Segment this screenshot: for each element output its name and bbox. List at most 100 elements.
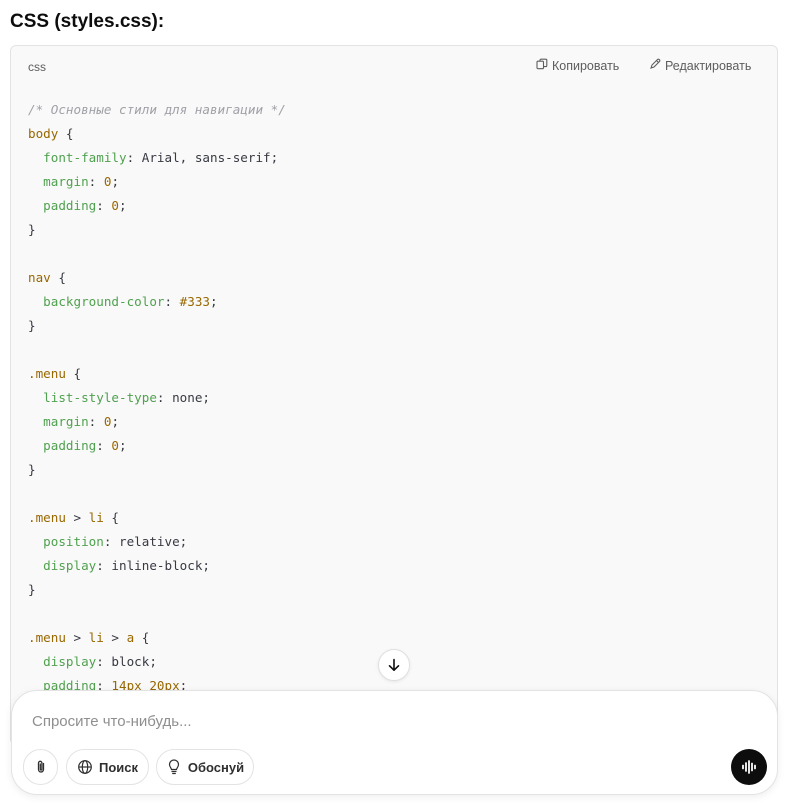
code-content: /* Основные стили для навигации */ body {… [28,98,286,698]
code-token: { [134,630,150,645]
code-token: : inline-block; [96,558,210,573]
edit-code-button[interactable]: Редактировать [649,58,751,73]
code-line: margin: 0; [28,170,286,194]
code-token: /* Основные стили для навигации */ [28,102,286,117]
globe-icon [77,759,93,775]
scroll-down-button[interactable] [378,649,410,681]
code-token: : [96,438,112,453]
code-token: display [43,654,97,669]
search-button-label: Поиск [98,759,138,775]
voice-waveform-icon [740,758,758,776]
code-token: > [65,630,89,645]
search-button[interactable]: Поиск [66,749,149,785]
code-token: li [88,630,104,645]
copy-code-label: Копировать [552,58,620,73]
code-line: .menu > li > a { [28,626,286,650]
code-token: ; [119,198,127,213]
code-token: : relative; [103,534,188,549]
code-token: margin [43,174,89,189]
pencil-icon [649,58,661,73]
code-token: #333 [179,294,211,309]
code-token: padding [43,438,97,453]
code-token: > [103,630,127,645]
code-line: body { [28,122,286,146]
reason-button-label: Обоснуй [187,759,245,775]
code-line: padding: 0; [28,434,286,458]
code-token: : none; [156,390,210,405]
code-line: } [28,218,286,242]
code-line: } [28,578,286,602]
code-token: margin [43,414,89,429]
code-token: padding [43,198,97,213]
lightbulb-icon [166,759,182,775]
code-line: font-family: Arial, sans-serif; [28,146,286,170]
paperclip-icon [33,759,49,775]
code-token: } [28,582,36,597]
code-language-label: css [28,60,46,74]
code-line: .menu { [28,362,286,386]
attach-button[interactable] [23,749,58,785]
code-line: background-color: #333; [28,290,286,314]
code-token: } [28,318,36,333]
code-token: font-family [43,150,127,165]
code-token: .menu [28,366,66,381]
code-line: display: block; [28,650,286,674]
code-token: background-color [43,294,165,309]
code-token: : block; [96,654,157,669]
code-block-header: css Копировать Редактировать [11,46,777,84]
code-token: : [88,414,104,429]
code-token: { [103,510,120,525]
code-token: : [88,174,104,189]
code-token: : Arial, sans-serif; [126,150,279,165]
code-token: : [164,294,180,309]
copy-icon [536,58,548,73]
code-token: ; [111,174,120,189]
code-token: } [28,222,36,237]
code-line: .menu > li { [28,506,286,530]
code-token: { [65,366,82,381]
code-token: 0 [111,198,120,213]
code-token: : [96,198,112,213]
code-block: css Копировать Редактировать /* Основные… [10,45,778,745]
code-token: ; [111,414,120,429]
code-token: { [58,126,74,141]
code-token: > [65,510,89,525]
code-token: body [28,126,59,141]
code-line: position: relative; [28,530,286,554]
page-heading: CSS (styles.css): [10,11,165,32]
code-token: { [50,270,66,285]
edit-code-label: Редактировать [665,58,752,73]
reason-button[interactable]: Обоснуй [156,749,254,785]
code-token: position [43,534,104,549]
code-token: 0 [111,438,120,453]
code-token: .menu [28,510,66,525]
code-token: ; [210,294,218,309]
code-line: } [28,458,286,482]
code-token: list-style-type [43,390,157,405]
voice-mode-button[interactable] [731,749,767,785]
prompt-composer: Поиск Обоснуй [11,690,778,795]
code-token: nav [28,270,51,285]
prompt-input[interactable] [32,709,712,733]
code-line: list-style-type: none; [28,386,286,410]
copy-code-button[interactable]: Копировать [536,58,619,73]
code-token: ; [119,438,127,453]
code-line: } [28,314,286,338]
arrow-down-icon [386,657,402,673]
code-line: nav { [28,266,286,290]
code-token: } [28,462,36,477]
code-token: .menu [28,630,66,645]
code-line: margin: 0; [28,410,286,434]
